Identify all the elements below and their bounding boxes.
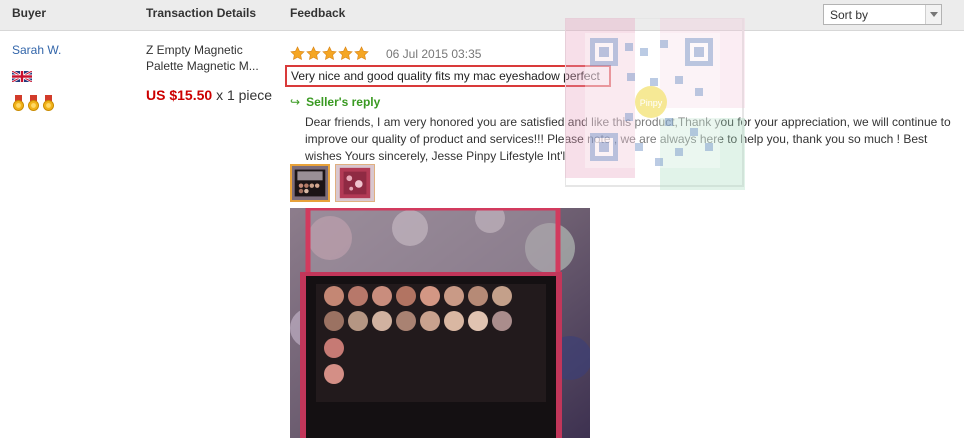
uk-flag-icon (12, 71, 32, 82)
reply-arrow-icon: ↪ (290, 95, 301, 109)
medal-icon (13, 95, 24, 111)
medal-icon (43, 95, 54, 111)
star-icon (354, 46, 369, 61)
buyer-medals (13, 95, 54, 111)
seller-reply-text: Dear friends, I am very honored you are … (305, 115, 951, 163)
seller-reply-label: Seller's reply (306, 95, 381, 109)
quantity: x 1 piece (216, 87, 273, 103)
price-line: US $15.50 x 1 piece (146, 87, 274, 104)
header-feedback: Feedback (290, 6, 346, 20)
sort-by-select[interactable]: Sort by (823, 4, 942, 25)
thumbnail-2[interactable] (335, 164, 375, 202)
star-icon (306, 46, 321, 61)
header-transaction-details: Transaction Details (146, 6, 257, 20)
feedback-text: Very nice and good quality fits my mac e… (285, 65, 611, 87)
table-header: Buyer Transaction Details Feedback Sort … (0, 0, 964, 31)
seller-reply-heading: ↪ Seller's reply (290, 95, 380, 109)
buyer-name-link[interactable]: Sarah W. (12, 43, 61, 57)
rating-stars (290, 46, 369, 61)
header-buyer: Buyer (12, 6, 47, 20)
star-icon (322, 46, 337, 61)
feedback-photo[interactable] (290, 208, 590, 438)
chevron-down-icon[interactable] (925, 5, 941, 24)
thumbnail-1[interactable] (290, 164, 330, 202)
product-title-link[interactable]: Z Empty Magnetic Palette Magnetic M... (146, 42, 274, 74)
medal-icon (28, 95, 39, 111)
star-icon (338, 46, 353, 61)
sort-by-value: Sort by (830, 8, 869, 22)
price: US $15.50 (146, 87, 213, 103)
feedback-date: 06 Jul 2015 03:35 (386, 47, 482, 61)
feedback-thumbnails (290, 164, 375, 202)
watermark-text: Pinpy (640, 98, 663, 108)
star-icon (290, 46, 305, 61)
